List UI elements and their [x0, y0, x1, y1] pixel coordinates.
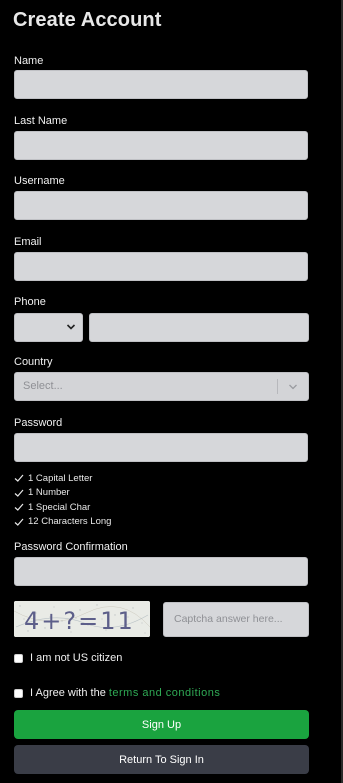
return-to-sign-in-button[interactable]: Return To Sign In: [14, 745, 309, 774]
phone-country-code-select[interactable]: [14, 313, 83, 342]
country-label: Country: [14, 356, 53, 368]
password-input[interactable]: [14, 433, 308, 462]
requirement-item: 1 Special Char: [14, 500, 111, 515]
username-input[interactable]: [14, 191, 308, 220]
name-label: Name: [14, 55, 44, 67]
phone-number-input[interactable]: [89, 313, 309, 342]
country-select[interactable]: Select...: [14, 372, 309, 401]
last-name-input[interactable]: [14, 131, 308, 160]
requirement-item: 1 Number: [14, 486, 111, 501]
sign-up-button[interactable]: Sign Up: [14, 710, 309, 739]
password-confirmation-input[interactable]: [14, 557, 308, 586]
agree-label: I Agree with the: [30, 687, 106, 699]
requirement-text: 1 Capital Letter: [28, 472, 93, 484]
country-placeholder: Select...: [23, 380, 63, 392]
select-separator: [277, 379, 278, 394]
agree-terms-row[interactable]: I Agree with the terms and conditions: [14, 687, 220, 699]
check-icon: [14, 503, 24, 512]
not-us-citizen-row[interactable]: I am not US citizen: [14, 652, 122, 664]
name-input[interactable]: [14, 70, 308, 99]
terms-link[interactable]: terms and conditions: [109, 687, 221, 699]
email-label: Email: [14, 236, 42, 248]
password-label: Password: [14, 417, 63, 429]
captcha-noise: 4+?=11: [14, 601, 150, 637]
captcha-text: 4+?=11: [24, 607, 135, 635]
agree-terms-checkbox[interactable]: [14, 688, 23, 698]
requirement-text: 1 Number: [28, 487, 70, 499]
requirement-text: 1 Special Char: [28, 501, 91, 513]
not-us-citizen-checkbox[interactable]: [14, 653, 23, 663]
last-name-label: Last Name: [14, 115, 68, 127]
check-icon: [14, 474, 24, 483]
captcha-image: 4+?=11: [14, 601, 150, 637]
password-requirements: 1 Capital Letter 1 Number 1 Special Char…: [14, 471, 111, 529]
email-input[interactable]: [14, 252, 308, 281]
requirement-text: 12 Characters Long: [28, 516, 112, 528]
not-us-citizen-label: I am not US citizen: [30, 652, 123, 664]
password-confirmation-label: Password Confirmation: [14, 541, 128, 553]
phone-label: Phone: [14, 296, 46, 308]
chevron-down-icon: [289, 384, 297, 390]
chevron-down-icon: [66, 324, 76, 330]
page-title: Create Account: [13, 9, 162, 31]
username-label: Username: [14, 175, 65, 187]
requirement-item: 12 Characters Long: [14, 515, 111, 530]
requirement-item: 1 Capital Letter: [14, 471, 111, 486]
check-icon: [14, 489, 24, 497]
create-account-page: Create Account Name Last Name Username E…: [0, 0, 343, 783]
captcha-answer-input[interactable]: Captcha answer here...: [163, 602, 309, 637]
check-icon: [14, 518, 24, 526]
